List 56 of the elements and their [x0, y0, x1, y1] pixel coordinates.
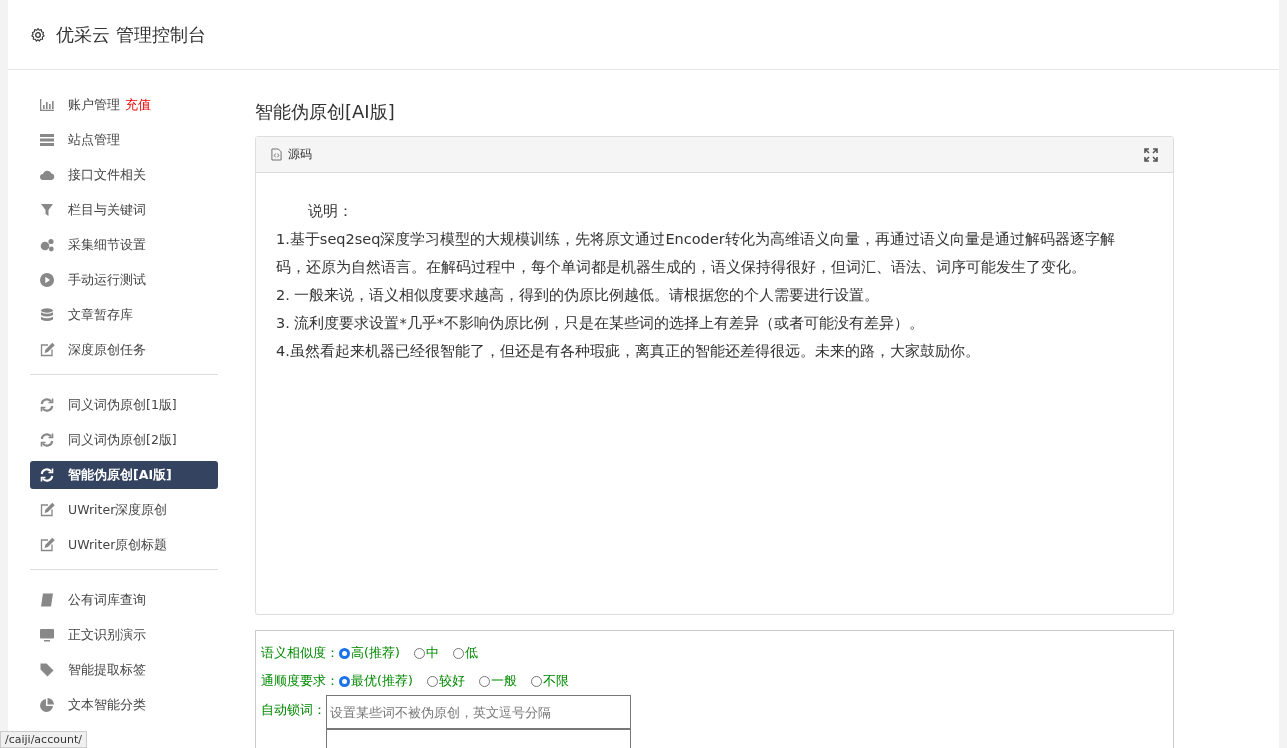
- sidebar-item[interactable]: UWriter深度原创: [30, 496, 218, 524]
- edit-icon: [39, 342, 55, 358]
- similarity-radio[interactable]: 中: [413, 644, 439, 662]
- sidebar-item[interactable]: 智能提取标签: [30, 656, 218, 684]
- fluency-radio[interactable]: 最优(推荐): [339, 672, 413, 690]
- text-editor[interactable]: [255, 136, 1174, 615]
- lock-words-label: 自动锁词：: [261, 702, 326, 719]
- play-icon: [39, 272, 55, 288]
- server-icon: [39, 132, 55, 148]
- instruction-paragraph: 2. 一般来说，语义相似度要求越高，得到的伪原比例越低。请根据您的个人需要进行设置。: [276, 286, 881, 305]
- lock-words-field[interactable]: 设置某些词不被伪原创，英文逗号分隔: [326, 695, 631, 729]
- sidebar-item[interactable]: 文本智能分类: [30, 691, 218, 719]
- sidebar-item[interactable]: 智能伪原创[AI版]: [30, 461, 218, 489]
- similarity-radio[interactable]: 高(推荐): [339, 644, 400, 662]
- sidebar-item[interactable]: 深度原创任务: [30, 336, 218, 364]
- sidebar-item[interactable]: 采集细节设置: [30, 231, 218, 259]
- sidebar-item[interactable]: 手动运行测试: [30, 266, 218, 294]
- sidebar-item[interactable]: 同义词伪原创[2版]: [30, 426, 218, 454]
- edit-icon: [39, 502, 55, 518]
- sidebar-item[interactable]: 账户管理 充值: [30, 91, 218, 119]
- sidebar-item[interactable]: UWriter原创标题: [30, 531, 218, 559]
- sidebar-item[interactable]: 同义词伪原创[1版]: [30, 391, 218, 419]
- sidebar-item[interactable]: 栏目与关键词: [30, 196, 218, 224]
- filter-icon: [39, 202, 55, 218]
- maximize-icon[interactable]: [1144, 147, 1158, 162]
- recharge-link[interactable]: 充值: [125, 96, 151, 114]
- sidebar-item[interactable]: 文章暂存库: [30, 301, 218, 329]
- fluency-radio[interactable]: 不限: [530, 672, 569, 690]
- fluency-radio[interactable]: 较好: [426, 672, 465, 690]
- fluency-label: 通顺度要求：: [261, 672, 339, 690]
- pie-icon: [39, 697, 55, 713]
- instruction-paragraph: 1.基于seq2seq深度学习模型的大规模训练，先将原文通过Encoder转化为高维语义向量，再通过语义向量是通过解码器逐字解码，还原为自然语言。在解码过程中，每个单词都是机器生成的，语义保持得很好，但词汇、语法、词序可能发生了变化。: [276, 230, 1116, 277]
- sidebar-item[interactable]: 正文识别演示: [30, 621, 218, 649]
- instruction-paragraph: 3. 流利度要求设置*几乎*不影响伪原比例，只是在某些词的选择上有差异（或者可能没有差异）。: [276, 314, 925, 333]
- monitor-icon: [39, 627, 55, 643]
- database-icon: [39, 307, 55, 323]
- fluency-radio[interactable]: 一般: [478, 672, 517, 690]
- sidebar-item[interactable]: 接口文件相关: [30, 161, 218, 189]
- similarity-radio[interactable]: 低: [452, 644, 478, 662]
- refresh-icon: [39, 432, 55, 448]
- refresh-icon: [39, 467, 55, 483]
- source-button[interactable]: 源码: [268, 144, 315, 165]
- sidebar-item[interactable]: 站点管理: [30, 126, 218, 154]
- refresh-icon: [39, 397, 55, 413]
- code-file-icon: [271, 148, 282, 161]
- console-title: 优采云 管理控制台: [56, 22, 206, 47]
- edit-icon: [39, 537, 55, 553]
- sidebar-item[interactable]: 公有词库查询: [30, 586, 218, 614]
- link-url-tooltip: /caiji/account/: [0, 731, 87, 748]
- similarity-label: 语义相似度：: [261, 644, 339, 662]
- tag-icon: [39, 662, 55, 678]
- gear-icon: [30, 26, 46, 43]
- instruction-paragraph: 4.虽然看起来机器已经很智能了，但还是有各种瑕疵，离真正的智能还差得很远。未来的路，大家鼓励你。: [276, 342, 981, 361]
- page-title: 智能伪原创[AI版]: [255, 100, 396, 124]
- instructions-heading: 说明：: [307, 202, 354, 221]
- chart-icon: [39, 97, 55, 113]
